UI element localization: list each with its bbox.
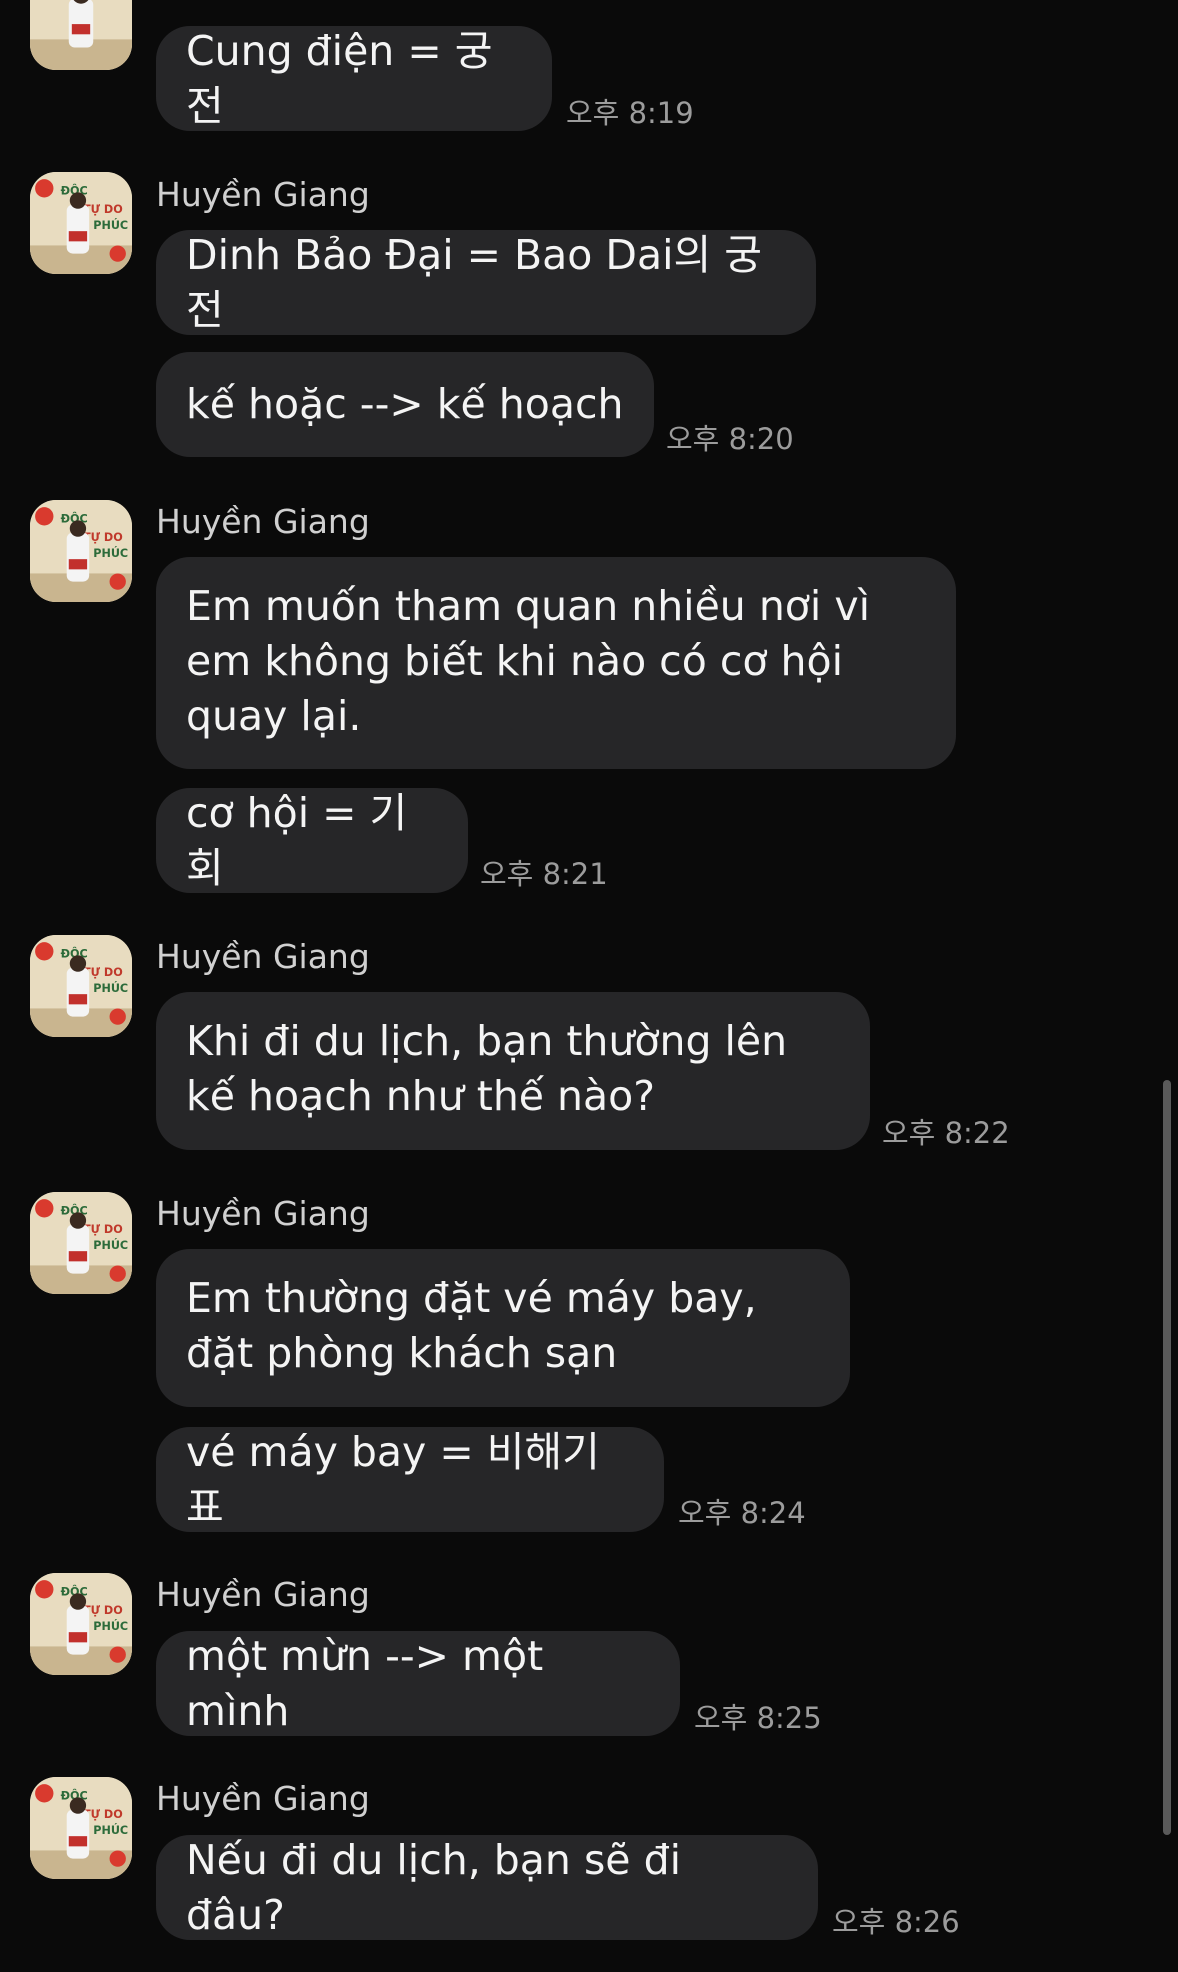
message-timestamp: 오후 8:24 [678,1496,806,1530]
avatar[interactable]: ĐỘC TỰ DO PHÚC [30,935,132,1037]
sender-name: Huyền Giang [156,1779,370,1818]
svg-text:PHÚC: PHÚC [93,1824,128,1837]
message-timestamp: 오후 8:26 [832,1905,960,1939]
sender-name: Huyền Giang [156,1194,370,1233]
svg-text:PHÚC: PHÚC [93,1239,128,1252]
message-bubble[interactable]: kế hoặc --> kế hoạch [156,352,654,457]
profile-photo-icon [30,0,132,70]
profile-photo-icon: ĐỘC TỰ DO PHÚC [30,1192,132,1294]
sender-name: Huyền Giang [156,502,370,541]
message-text: Em muốn tham quan nhiều nơi vì em không … [186,582,870,740]
avatar[interactable]: ĐỘC TỰ DO PHÚC [30,172,132,274]
avatar[interactable]: ĐỘC TỰ DO PHÚC [30,1573,132,1675]
profile-photo-icon: ĐỘC TỰ DO PHÚC [30,172,132,274]
svg-text:PHÚC: PHÚC [93,1620,128,1633]
message-bubble[interactable]: một mừn --> một mình [156,1631,680,1736]
message-bubble[interactable]: Em muốn tham quan nhiều nơi vì em không … [156,557,956,769]
message-text: Nếu đi du lịch, bạn sẽ đi đâu? [186,1835,681,1939]
message-bubble[interactable]: cơ hội = 기회 [156,788,468,893]
message-text: cơ hội = 기회 [186,788,408,892]
svg-text:PHÚC: PHÚC [93,982,128,995]
message-bubble[interactable]: vé máy bay = 비해기 표 [156,1427,664,1532]
message-timestamp: 오후 8:20 [666,422,794,456]
avatar[interactable] [30,0,132,70]
message-bubble[interactable]: Cung điện = 궁전 [156,26,552,131]
message-text: Cung điện = 궁전 [186,26,493,130]
profile-photo-icon: ĐỘC TỰ DO PHÚC [30,1573,132,1675]
message-text: Khi đi du lịch, bạn thường lên kế hoạch … [186,1017,788,1120]
profile-photo-icon: ĐỘC TỰ DO PHÚC [30,1777,132,1879]
avatar[interactable]: ĐỘC TỰ DO PHÚC [30,500,132,602]
message-bubble[interactable]: Khi đi du lịch, bạn thường lên kế hoạch … [156,992,870,1150]
profile-photo-icon: ĐỘC TỰ DO PHÚC [30,500,132,602]
message-text: Em thường đặt vé máy bay, đặt phòng khác… [186,1274,757,1377]
message-text: một mừn --> một mình [186,1631,544,1735]
message-timestamp: 오후 8:21 [480,857,608,891]
message-timestamp: 오후 8:19 [566,96,694,130]
profile-photo-icon: ĐỘC TỰ DO PHÚC [30,935,132,1037]
sender-name: Huyền Giang [156,175,370,214]
message-text: Dinh Bảo Đại = Bao Dai의 궁전 [186,230,762,334]
message-bubble[interactable]: Dinh Bảo Đại = Bao Dai의 궁전 [156,230,816,335]
sender-name: Huyền Giang [156,1575,370,1614]
message-bubble[interactable]: Nếu đi du lịch, bạn sẽ đi đâu? [156,1835,818,1940]
svg-text:PHÚC: PHÚC [93,219,128,232]
message-text: vé máy bay = 비해기 표 [186,1427,600,1531]
message-timestamp: 오후 8:22 [882,1116,1010,1150]
sender-name: Huyền Giang [156,937,370,976]
message-timestamp: 오후 8:25 [694,1701,822,1735]
message-text: kế hoặc --> kế hoạch [186,380,624,428]
avatar[interactable]: ĐỘC TỰ DO PHÚC [30,1777,132,1879]
avatar[interactable]: ĐỘC TỰ DO PHÚC [30,1192,132,1294]
scrollbar[interactable] [1163,1080,1171,1835]
message-bubble[interactable]: Em thường đặt vé máy bay, đặt phòng khác… [156,1249,850,1407]
svg-text:PHÚC: PHÚC [93,547,128,560]
